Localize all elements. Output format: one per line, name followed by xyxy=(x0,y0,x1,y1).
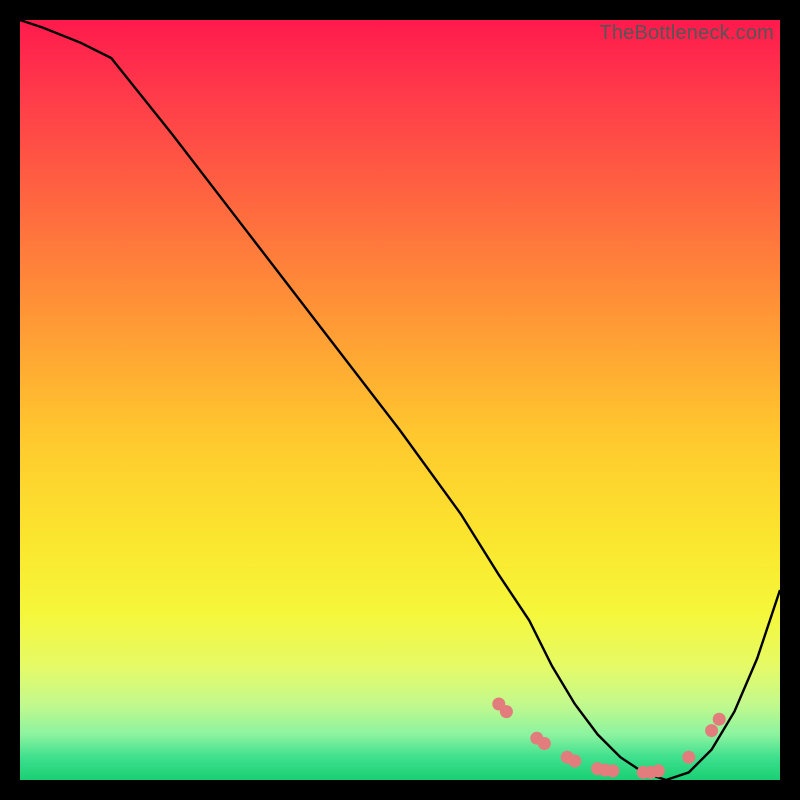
data-marker xyxy=(682,751,695,764)
bottleneck-curve xyxy=(20,20,780,780)
data-markers xyxy=(492,698,725,779)
data-marker xyxy=(568,755,581,768)
data-marker xyxy=(606,764,619,777)
watermark-text: TheBottleneck.com xyxy=(599,22,774,45)
data-marker xyxy=(652,764,665,777)
chart-frame: TheBottleneck.com xyxy=(20,20,780,780)
data-marker xyxy=(705,724,718,737)
data-marker xyxy=(713,713,726,726)
data-marker xyxy=(500,705,513,718)
data-marker xyxy=(538,737,551,750)
chart-svg xyxy=(20,20,780,780)
